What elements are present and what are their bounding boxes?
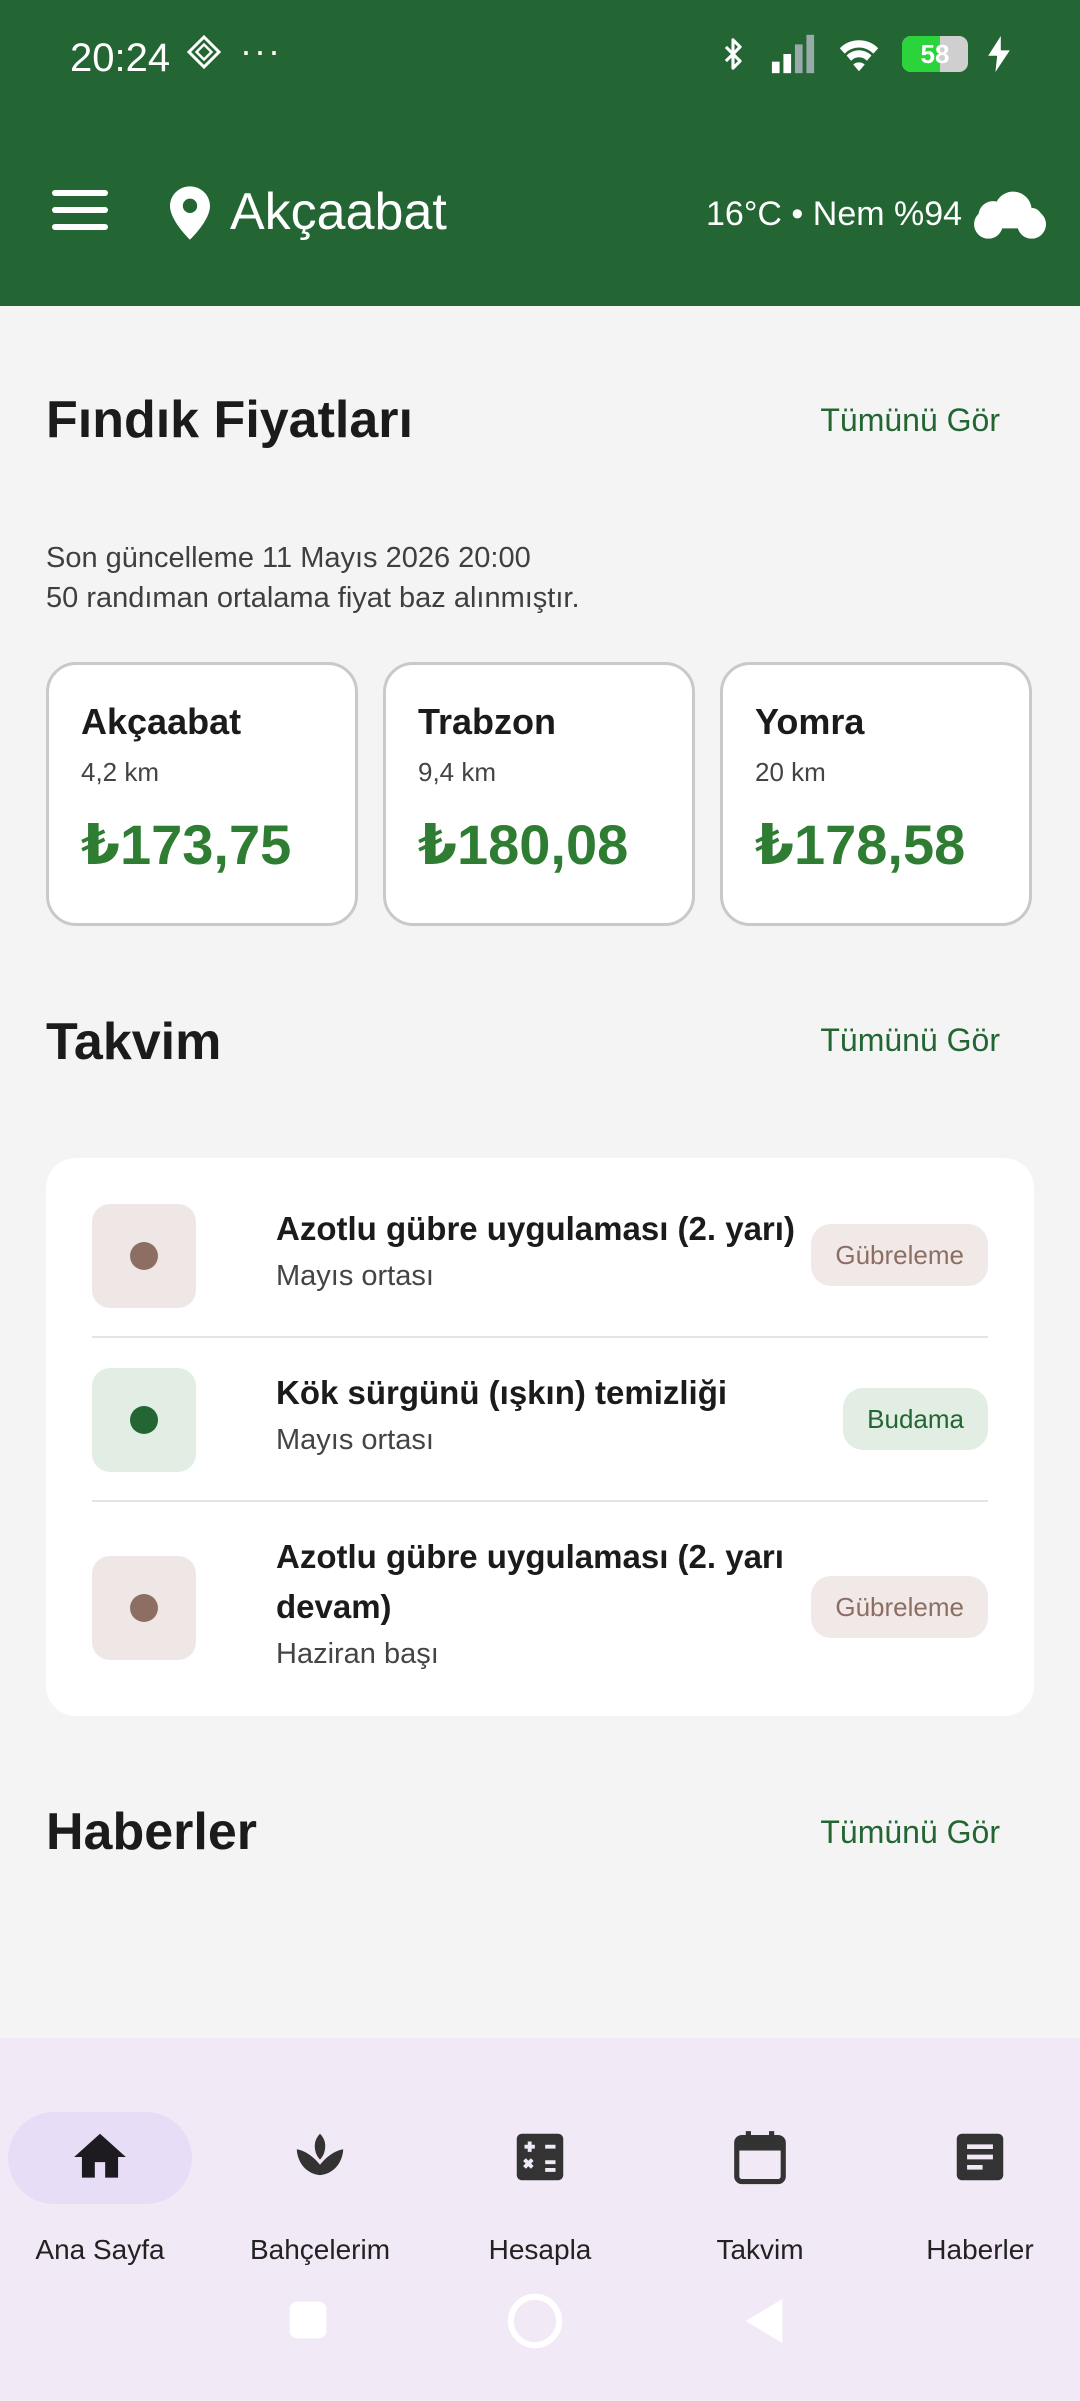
- price-card-price: ₺180,08: [418, 813, 629, 876]
- calendar-item-date: Haziran başı: [276, 1638, 439, 1670]
- news-section-title: Haberler: [46, 1803, 257, 1861]
- nav-label: Takvim: [716, 2234, 804, 2265]
- calendar-icon: [734, 2131, 786, 2185]
- price-card-price: ₺178,58: [755, 813, 966, 876]
- status-time: 20:24: [70, 36, 171, 80]
- prices-see-all-link[interactable]: Tümünü Gör: [820, 402, 1000, 439]
- calendar-item-title: Kök sürgünü (ışkın) temizliği: [276, 1374, 728, 1411]
- bluetooth-icon: [724, 38, 742, 70]
- calendar-item[interactable]: Azotlu gübre uygulaması (2. yarı) Mayıs …: [92, 1204, 988, 1308]
- home-icon: [74, 2133, 126, 2178]
- status-bar: 20:24 ··· 58: [0, 0, 1080, 120]
- nav-label: Ana Sayfa: [35, 2234, 165, 2265]
- price-basis-text: 50 randıman ortalama fiyat baz alınmıştı…: [46, 582, 580, 614]
- category-badge: Gübreleme: [811, 1224, 988, 1286]
- more-notifications-icon: ···: [240, 30, 282, 71]
- last-updated-text: Son güncelleme 11 Mayıs 2026 20:00: [46, 542, 531, 574]
- price-card[interactable]: Yomra 20 km ₺178,58: [720, 662, 1032, 926]
- calendar-section-title: Takvim: [46, 1013, 222, 1071]
- nav-item-home[interactable]: Ana Sayfa: [0, 2074, 200, 2265]
- nav-item-calculate[interactable]: Hesapla: [440, 2074, 640, 2265]
- price-update-note: Son güncelleme 11 Mayıs 2026 20:00 50 ra…: [46, 538, 580, 618]
- nav-item-news[interactable]: Haberler: [880, 2074, 1080, 2265]
- article-icon: [956, 2133, 1004, 2181]
- calendar-card: Azotlu gübre uygulaması (2. yarı) Mayıs …: [46, 1158, 1034, 1716]
- category-badge: Budama: [843, 1388, 988, 1450]
- divider: [92, 1500, 988, 1502]
- calendar-item-title: Azotlu gübre uygulaması (2. yarı): [276, 1210, 795, 1247]
- location-pin-icon: [170, 186, 210, 240]
- nav-label: Haberler: [926, 2234, 1034, 2265]
- task-marker: [92, 1204, 196, 1308]
- weather-summary: 16°C • Nem %94: [706, 195, 963, 233]
- battery-indicator: 58: [902, 36, 968, 72]
- price-card[interactable]: Trabzon 9,4 km ₺180,08: [383, 662, 695, 926]
- nav-item-gardens[interactable]: Bahçelerim: [220, 2074, 420, 2265]
- menu-icon[interactable]: [52, 190, 108, 240]
- divider: [92, 1336, 988, 1338]
- prices-section-title: Fındık Fiyatları: [46, 391, 413, 449]
- price-card-distance: 4,2 km: [81, 757, 160, 787]
- nav-item-calendar[interactable]: Takvim: [660, 2074, 860, 2265]
- bottom-navigation: Ana Sayfa Bahçelerim Hesapla Takvim Habe…: [0, 2038, 1080, 2401]
- wifi-icon: [839, 40, 879, 72]
- task-marker: [92, 1556, 196, 1660]
- price-card-price: ₺173,75: [81, 813, 292, 876]
- news-see-all-link[interactable]: Tümünü Gör: [820, 1814, 1000, 1851]
- task-marker: [92, 1368, 196, 1472]
- nav-label: Bahçelerim: [249, 2234, 391, 2265]
- price-card-distance: 9,4 km: [418, 757, 497, 787]
- back-icon[interactable]: [742, 2296, 786, 2346]
- category-badge: Gübreleme: [811, 1576, 988, 1638]
- calendar-see-all-link[interactable]: Tümünü Gör: [820, 1022, 1000, 1059]
- calendar-item-date: Mayıs ortası: [276, 1424, 434, 1456]
- price-card-name: Trabzon: [418, 701, 557, 742]
- calendar-item[interactable]: Kök sürgünü (ışkın) temizliği Mayıs orta…: [92, 1368, 988, 1472]
- data-saver-icon: [186, 34, 222, 79]
- app-header: 20:24 ··· 58 Akçaabat 16°C • Nem %94: [0, 0, 1080, 306]
- home-button-icon[interactable]: [506, 2292, 564, 2350]
- calendar-item-date: Mayıs ortası: [276, 1260, 434, 1292]
- calendar-item[interactable]: Azotlu gübre uygulaması (2. yarı devam) …: [92, 1532, 988, 1682]
- recent-apps-icon[interactable]: [286, 2298, 330, 2342]
- nav-label: Hesapla: [488, 2234, 592, 2265]
- signal-icon: [771, 34, 815, 74]
- battery-level: 58: [920, 39, 950, 69]
- calendar-item-title: Azotlu gübre uygulaması (2. yarı devam): [276, 1538, 784, 1625]
- cloud-icon: [974, 191, 1046, 239]
- plant-icon: [296, 2133, 344, 2176]
- top-app-bar: Akçaabat 16°C • Nem %94: [0, 160, 1080, 270]
- location-name[interactable]: Akçaabat: [230, 182, 447, 242]
- price-card-distance: 20 km: [755, 757, 826, 787]
- status-icons: 58: [716, 34, 1010, 74]
- charging-icon: [988, 36, 1010, 72]
- price-card-name: Yomra: [755, 701, 865, 742]
- price-card-name: Akçaabat: [81, 701, 242, 742]
- price-card[interactable]: Akçaabat 4,2 km ₺173,75: [46, 662, 358, 926]
- calculator-icon: [516, 2133, 564, 2181]
